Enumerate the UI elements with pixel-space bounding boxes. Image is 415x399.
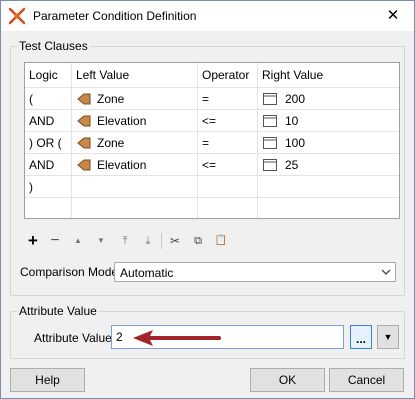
cut-icon[interactable]: ✂: [166, 232, 184, 250]
move-to-bottom-icon[interactable]: ⤓: [139, 232, 157, 250]
column-header-operator[interactable]: Operator: [197, 63, 258, 88]
logic-cell[interactable]: AND: [25, 109, 72, 132]
copy-icon[interactable]: ⧉: [189, 232, 207, 250]
left-value-text: Zone: [97, 91, 125, 106]
attribute-options-button[interactable]: ▼: [377, 325, 399, 349]
test-clauses-legend: Test Clauses: [17, 39, 90, 53]
left-value-cell[interactable]: Elevation: [71, 153, 198, 176]
left-value-cell[interactable]: [71, 175, 198, 198]
cancel-button[interactable]: Cancel: [329, 368, 404, 392]
left-value-cell[interactable]: Zone: [71, 131, 198, 154]
right-value-text: 100: [285, 135, 306, 150]
table-row[interactable]: ( Zone = 200: [25, 87, 399, 110]
column-header-right-value[interactable]: Right Value: [257, 63, 399, 88]
left-value-cell[interactable]: Zone: [71, 87, 198, 110]
dropdown-arrow-icon: ▼: [383, 332, 393, 342]
table-row[interactable]: ): [25, 175, 399, 198]
operator-cell[interactable]: [197, 175, 258, 198]
logic-cell[interactable]: ) OR (: [25, 131, 72, 154]
move-down-icon[interactable]: ▼: [92, 232, 110, 250]
annotation-arrow-icon: [133, 330, 221, 346]
constant-value-icon: [263, 136, 277, 149]
logic-cell[interactable]: (: [25, 87, 72, 110]
attribute-arrow-icon: [77, 159, 91, 170]
ellipsis-button[interactable]: ...: [350, 325, 372, 349]
ellipsis-label: ...: [355, 332, 366, 346]
attribute-arrow-icon: [77, 93, 91, 104]
ok-button[interactable]: OK: [250, 368, 325, 392]
help-button[interactable]: Help: [10, 368, 85, 392]
constant-value-icon: [263, 92, 277, 105]
right-value-cell[interactable]: 10: [257, 109, 399, 132]
add-icon[interactable]: +: [24, 232, 42, 250]
move-up-icon[interactable]: ▲: [69, 232, 87, 250]
left-value-text: Zone: [97, 135, 125, 150]
right-value-text: 200: [285, 91, 306, 106]
attribute-arrow-icon: [77, 137, 91, 148]
chevron-down-icon: [381, 269, 391, 275]
right-value-cell[interactable]: [257, 175, 399, 198]
grid-header-row: Logic Left Value Operator Right Value: [25, 63, 399, 88]
table-row-empty[interactable]: [25, 197, 399, 218]
operator-cell[interactable]: <=: [197, 153, 258, 176]
clauses-grid[interactable]: Logic Left Value Operator Right Value ( …: [24, 62, 400, 219]
table-row[interactable]: ) OR ( Zone = 100: [25, 131, 399, 154]
attribute-arrow-icon: [77, 115, 91, 126]
window-title: Parameter Condition Definition: [33, 9, 197, 23]
fme-app-icon: [8, 7, 26, 25]
left-value-text: Elevation: [97, 157, 147, 172]
operator-cell[interactable]: <=: [197, 109, 258, 132]
left-value-text: Elevation: [97, 113, 147, 128]
attribute-value-label: Attribute Value:: [34, 331, 116, 345]
move-to-top-icon[interactable]: ⤒: [116, 232, 134, 250]
comparison-mode-value: Automatic: [120, 266, 174, 280]
operator-cell[interactable]: =: [197, 87, 258, 110]
comparison-mode-label: Comparison Mode:: [20, 265, 122, 279]
right-value-cell[interactable]: 100: [257, 131, 399, 154]
title-bar: Parameter Condition Definition ✕: [1, 1, 414, 31]
table-row[interactable]: AND Elevation <= 25: [25, 153, 399, 176]
comparison-mode-select[interactable]: Automatic: [114, 262, 396, 282]
constant-value-icon: [263, 114, 277, 127]
right-value-cell[interactable]: 25: [257, 153, 399, 176]
left-value-cell[interactable]: Elevation: [71, 109, 198, 132]
attribute-value-legend: Attribute Value: [17, 304, 99, 318]
constant-value-icon: [263, 158, 277, 171]
toolbar-separator: [161, 233, 162, 249]
paste-icon[interactable]: 📋: [212, 232, 230, 250]
logic-cell[interactable]: AND: [25, 153, 72, 176]
table-row[interactable]: AND Elevation <= 10: [25, 109, 399, 132]
column-header-logic[interactable]: Logic: [25, 63, 72, 88]
remove-icon[interactable]: −: [46, 232, 64, 250]
close-icon[interactable]: ✕: [382, 5, 404, 27]
right-value-text: 10: [285, 113, 299, 128]
right-value-text: 25: [285, 157, 299, 172]
logic-cell[interactable]: ): [25, 175, 72, 198]
operator-cell[interactable]: =: [197, 131, 258, 154]
right-value-cell[interactable]: 200: [257, 87, 399, 110]
dialog-window: Parameter Condition Definition ✕ Test Cl…: [0, 0, 415, 399]
column-header-left-value[interactable]: Left Value: [71, 63, 198, 88]
